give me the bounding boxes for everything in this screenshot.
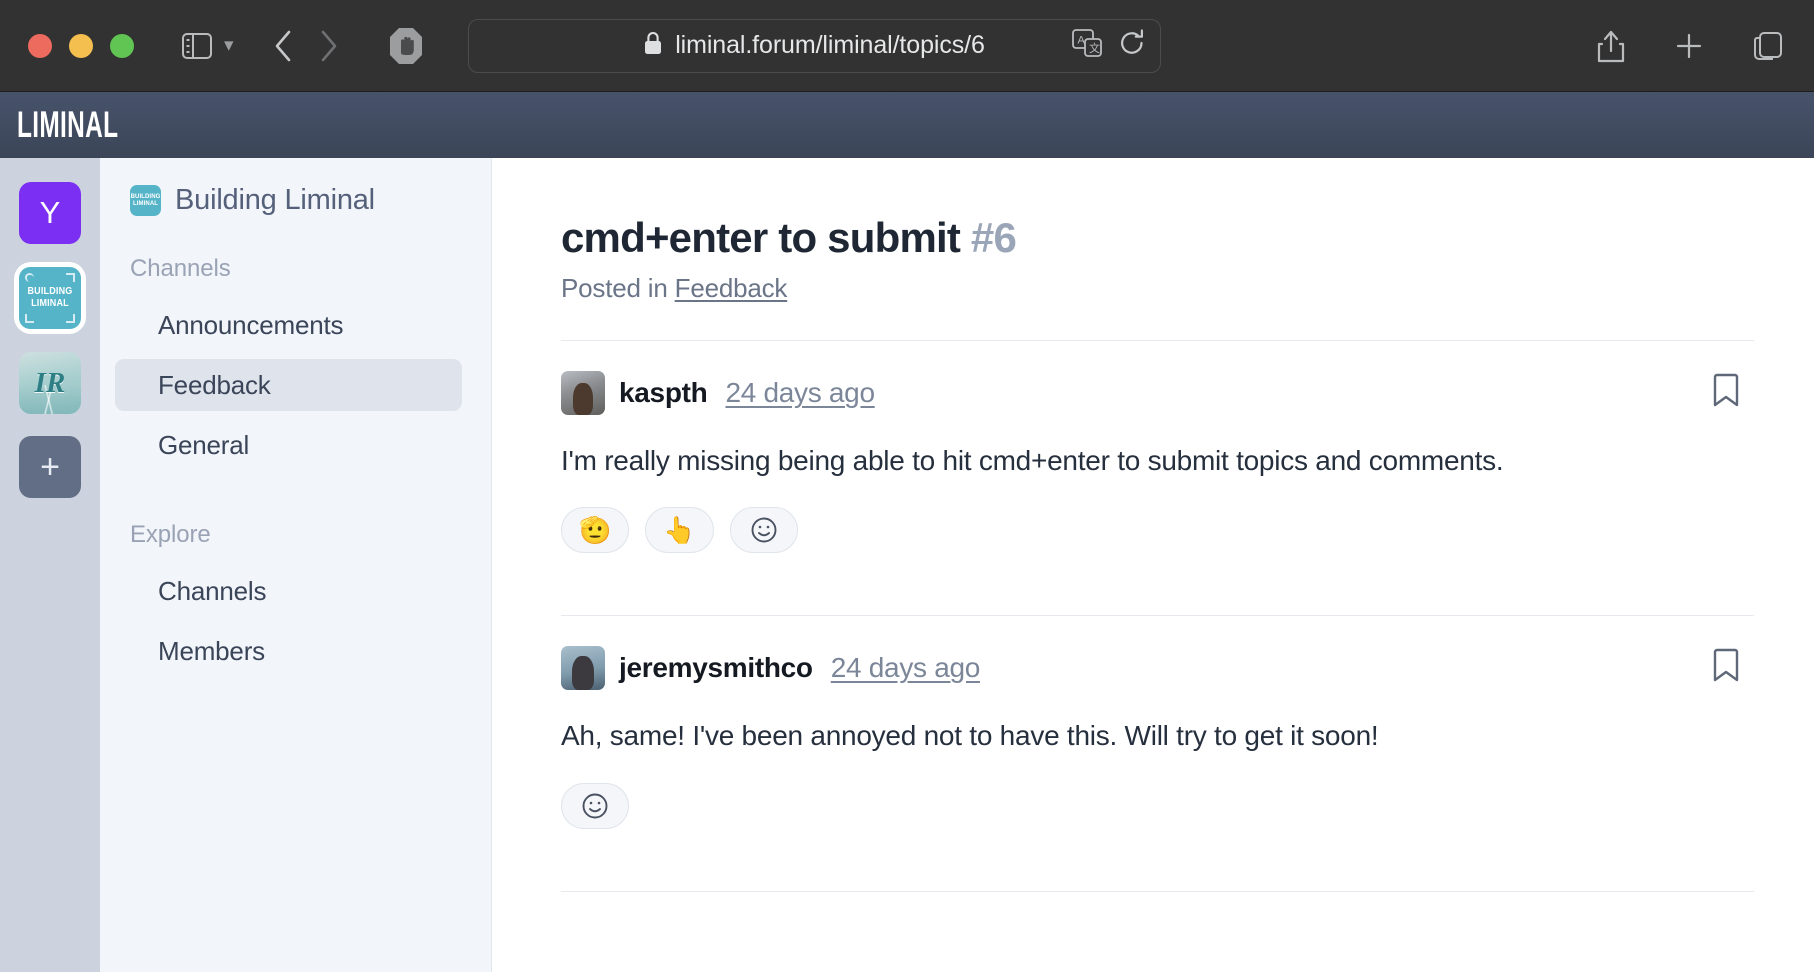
share-icon[interactable] [1596,28,1626,64]
translate-icon[interactable]: A 文 [1072,29,1102,62]
workspace-rail: Y BUILDING LIMINAL IR + [0,158,100,972]
url-text: liminal.forum/liminal/topics/6 [675,31,985,59]
posted-in-prefix: Posted in [561,273,668,304]
sidebar-section-channels: Channels Announcements Feedback General [100,255,491,471]
navigation-arrows [272,29,340,63]
workspace-avatar-ir[interactable]: IR [19,352,81,414]
workspace-avatar-icon: BUILDING LIMINAL [130,185,161,216]
address-bar[interactable]: liminal.forum/liminal/topics/6 A 文 [468,18,1161,73]
workspace-avatar-text: BUILDING LIMINAL [130,193,161,207]
reaction-list [561,782,1754,829]
page-title: cmd+enter to submit #6 [561,214,1754,262]
avatar[interactable] [561,646,605,691]
post-header: jeremysmithco 24 days ago [561,646,1754,691]
maximize-window-button[interactable] [110,33,134,58]
tab-overview-icon[interactable] [1752,30,1784,62]
corner-bracket-icon [66,314,75,323]
post-item: jeremysmithco 24 days ago Ah, same! I've… [561,616,1754,854]
add-reaction-button[interactable] [729,507,798,554]
corner-bracket-icon [25,314,34,323]
ad-block-shield-icon[interactable] [388,26,424,66]
brand-logo[interactable]: LIMINAL [17,104,118,146]
address-bar-actions: A 文 [1072,28,1146,63]
bookmark-icon[interactable] [1711,373,1741,414]
breadcrumb-channel-link[interactable]: Feedback [675,273,788,303]
post-author[interactable]: jeremysmithco [619,652,813,684]
workspace-bl-label: BUILDING LIMINAL [27,286,73,309]
add-workspace-button[interactable]: + [19,436,81,498]
reaction-point-up[interactable]: 👆 [645,507,714,554]
forward-arrow-icon [318,29,340,63]
sidebar-item-general[interactable]: General [115,419,462,471]
app-body: Y BUILDING LIMINAL IR + BUILDING LIMINAL B… [0,158,1814,972]
topic-main: cmd+enter to submit #6 Posted in Feedbac… [492,158,1814,972]
post-timestamp[interactable]: 24 days ago [725,377,875,409]
workspace-avatar-building-liminal[interactable]: BUILDING LIMINAL [14,262,86,334]
corner-bracket-icon [25,273,34,282]
sidebar-section-explore: Explore Channels Members [100,521,491,677]
workspace-name: Building Liminal [175,184,375,216]
section-label-explore: Explore [130,521,211,548]
workspace-ir-label: IR [34,366,66,399]
reload-icon[interactable] [1118,28,1146,63]
workspace-y-label: Y [39,195,61,230]
minimize-window-button[interactable] [69,33,93,58]
channel-sidebar: BUILDING LIMINAL Building Liminal Channel… [100,158,492,972]
workspace-bl-tile: BUILDING LIMINAL [19,267,81,329]
bookmark-icon[interactable] [1711,648,1741,689]
post-item: kaspth 24 days ago I'm really missing be… [561,341,1754,579]
url-display: liminal.forum/liminal/topics/6 [644,31,985,60]
lock-icon [644,31,662,60]
sidebar-item-explore-members[interactable]: Members [115,625,462,677]
topic-number: #6 [970,214,1017,261]
close-window-button[interactable] [28,33,52,58]
corner-bracket-icon [66,273,75,282]
sidebar-item-explore-channels[interactable]: Channels [115,565,462,617]
sidebar-item-announcements[interactable]: Announcements [115,299,462,351]
sidebar-item-feedback[interactable]: Feedback [115,359,462,411]
topic-title-text: cmd+enter to submit [561,214,961,261]
post-body: I'm really missing being able to hit cmd… [561,445,1504,477]
sidebar-toggle-icon[interactable] [182,32,212,59]
reaction-list: 🫡 👆 [561,507,1754,554]
new-tab-plus-icon[interactable] [1674,31,1704,61]
svg-text:文: 文 [1089,41,1100,55]
divider [561,890,1754,892]
post-header: kaspth 24 days ago [561,371,1754,416]
workspace-header[interactable]: BUILDING LIMINAL Building Liminal [100,184,491,217]
workspace-avatar-y[interactable]: Y [19,182,81,244]
section-label-channels: Channels [130,255,231,282]
window-controls [28,33,134,58]
add-reaction-button[interactable] [561,782,629,829]
toolbar-right-actions [1596,28,1784,64]
reaction-saluting-face[interactable]: 🫡 [561,507,630,554]
post-timestamp[interactable]: 24 days ago [831,652,981,684]
back-arrow-icon[interactable] [272,29,294,63]
chevron-down-icon[interactable]: ▾ [224,34,234,57]
avatar[interactable] [561,371,605,416]
post-author[interactable]: kaspth [619,377,708,409]
post-body: Ah, same! I've been annoyed not to have … [561,720,1379,752]
app-header: LIMINAL [0,92,1814,158]
browser-chrome: ▾ liminal.forum/liminal/topics/6 A 文 [0,0,1814,92]
breadcrumb: Posted in Feedback [561,273,1754,304]
